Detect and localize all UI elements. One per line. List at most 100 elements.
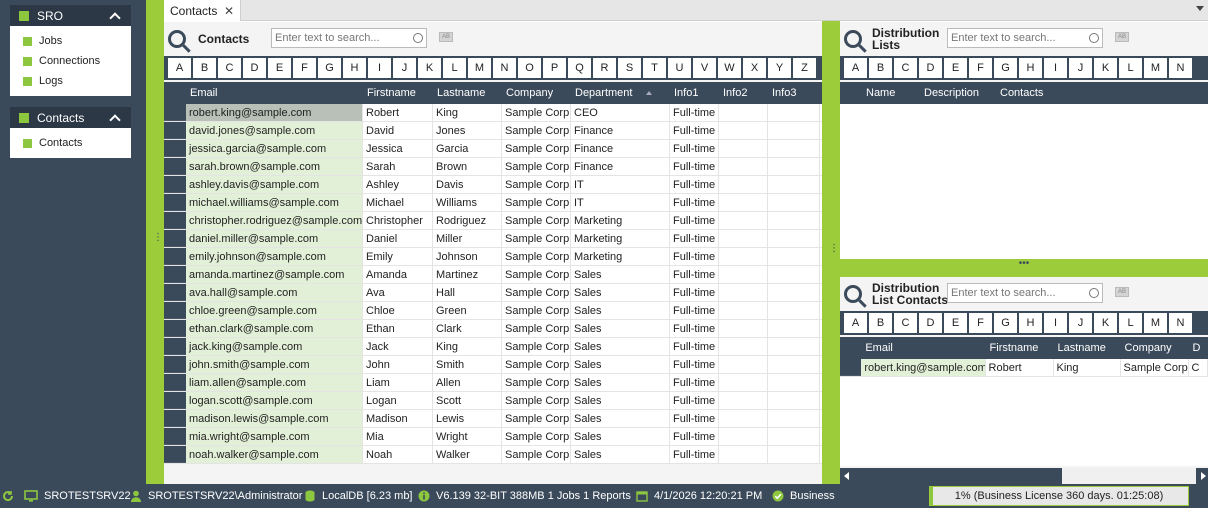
search-icon[interactable] [1089,288,1099,298]
table-cell[interactable]: Full-time [670,338,719,355]
table-row[interactable]: ava.hall@sample.com Ava Hall Sample Corp Sal… [164,284,822,302]
table-cell[interactable] [719,176,768,193]
letter-filter-k[interactable]: K [1094,58,1119,78]
table-cell[interactable]: Jessica [363,140,433,157]
table-cell[interactable] [719,284,768,301]
table-cell[interactable] [768,212,820,229]
table-cell[interactable]: Sample Corp [502,356,571,373]
table-row[interactable]: ethan.clark@sample.com Ethan Clark Sample C… [164,320,822,338]
table-cell[interactable]: jack.king@sample.com [186,338,363,355]
table-cell[interactable]: Jack [363,338,433,355]
letter-filter-f[interactable]: F [293,58,318,78]
nav-group-header[interactable]: SRO [10,5,131,26]
table-cell[interactable]: Sample Corp [502,410,571,427]
table-row[interactable]: emily.johnson@sample.com Emily Johnson Samp… [164,248,822,266]
table-cell[interactable]: Sales [571,428,670,445]
table-cell[interactable] [768,176,820,193]
table-cell[interactable]: Sample Corp [502,140,571,157]
table-cell[interactable]: Full-time [670,374,719,391]
table-cell[interactable] [768,356,820,373]
table-cell[interactable] [719,410,768,427]
letter-filter-j[interactable]: J [1069,58,1094,78]
dist-lists-search-input[interactable]: Enter text to search... [947,28,1103,48]
table-cell[interactable]: Ethan [363,320,433,337]
row-indicator[interactable] [164,266,186,283]
match-case-button[interactable]: AB [1115,32,1129,42]
table-cell[interactable]: christopher.rodriguez@sample.com [186,212,363,229]
table-cell[interactable]: IT [571,176,670,193]
table-cell[interactable]: Sample Corp [502,122,571,139]
table-row[interactable]: ashley.davis@sample.com Ashley Davis Sample… [164,176,822,194]
table-cell[interactable]: Full-time [670,158,719,175]
table-cell[interactable] [768,338,820,355]
table-cell[interactable]: Sample Corp [502,428,571,445]
sidebar-item-contacts[interactable]: Contacts [10,133,131,153]
table-cell[interactable]: Davis [433,176,502,193]
table-cell[interactable]: Full-time [670,104,719,121]
table-row[interactable]: michael.williams@sample.com Michael Willia… [164,194,822,212]
tab-contacts[interactable]: Contacts ✕ [164,0,241,21]
letter-filter-m[interactable]: M [468,58,493,78]
table-cell[interactable]: logan.scott@sample.com [186,392,363,409]
column-header-name[interactable]: Name [862,82,920,104]
table-cell[interactable]: David [363,122,433,139]
table-cell[interactable]: michael.williams@sample.com [186,194,363,211]
column-header-info2[interactable]: Info2 [719,82,768,104]
match-case-button[interactable]: AB [439,32,453,42]
table-row[interactable]: noah.walker@sample.com Noah Walker Sample C… [164,446,822,464]
table-cell[interactable]: Sample Corp [502,194,571,211]
table-cell[interactable]: Sales [571,284,670,301]
table-cell[interactable]: Sales [571,302,670,319]
table-cell[interactable] [719,356,768,373]
table-cell[interactable]: noah.walker@sample.com [186,446,363,463]
sidebar-item-jobs[interactable]: Jobs [10,31,131,51]
table-cell[interactable] [719,392,768,409]
table-cell[interactable]: Rodriguez [433,212,502,229]
row-indicator[interactable] [164,320,186,337]
table-cell[interactable]: Johnson [433,248,502,265]
table-cell[interactable] [768,446,820,463]
table-cell[interactable]: Christopher [363,212,433,229]
table-cell[interactable]: Finance [571,122,670,139]
letter-filter-b[interactable]: B [193,58,218,78]
letter-filter-d[interactable]: D [919,313,944,333]
table-cell[interactable]: Sample Corp [502,446,571,463]
table-cell[interactable]: Sample Corp [502,248,571,265]
letter-filter-l[interactable]: L [1119,313,1144,333]
horizontal-splitter[interactable]: ••• [840,259,1208,277]
table-cell[interactable]: Sample Corp [502,320,571,337]
table-cell[interactable]: John [363,356,433,373]
table-row[interactable]: robert.king@sample.com Robert King Sample C… [164,104,822,122]
sidebar-splitter[interactable]: ⋮ [146,0,164,484]
letter-filter-j[interactable]: J [1069,313,1094,333]
letter-filter-n[interactable]: N [1169,313,1194,333]
table-row[interactable]: david.jones@sample.com David Jones Sample C… [164,122,822,140]
table-cell[interactable]: Sample Corp [502,392,571,409]
table-cell[interactable] [768,104,820,121]
table-cell[interactable] [719,266,768,283]
letter-filter-l[interactable]: L [1119,58,1144,78]
letter-filter-g[interactable]: G [994,313,1019,333]
sidebar-item-connections[interactable]: Connections [10,51,131,71]
letter-filter-s[interactable]: S [618,58,643,78]
table-cell[interactable]: Chloe [363,302,433,319]
column-header-department[interactable]: Department [571,82,670,104]
table-cell[interactable] [719,140,768,157]
row-indicator[interactable] [164,248,186,265]
table-cell[interactable]: Scott [433,392,502,409]
table-cell[interactable]: Marketing [571,248,670,265]
table-row[interactable]: jack.king@sample.com Jack King Sample Corp S… [164,338,822,356]
table-cell[interactable]: Sales [571,374,670,391]
row-indicator[interactable] [164,302,186,319]
letter-filter-a[interactable]: A [168,58,193,78]
row-indicator[interactable] [164,284,186,301]
table-cell[interactable] [768,194,820,211]
table-cell[interactable]: Hall [433,284,502,301]
table-cell[interactable]: Robert [986,359,1054,376]
chevron-up-icon[interactable] [109,113,121,126]
table-cell[interactable]: Clark [433,320,502,337]
table-cell[interactable]: Full-time [670,392,719,409]
letter-filter-y[interactable]: Y [768,58,793,78]
match-case-button[interactable]: AB [1115,287,1129,297]
table-row[interactable]: john.smith@sample.com John Smith Sample Cor… [164,356,822,374]
